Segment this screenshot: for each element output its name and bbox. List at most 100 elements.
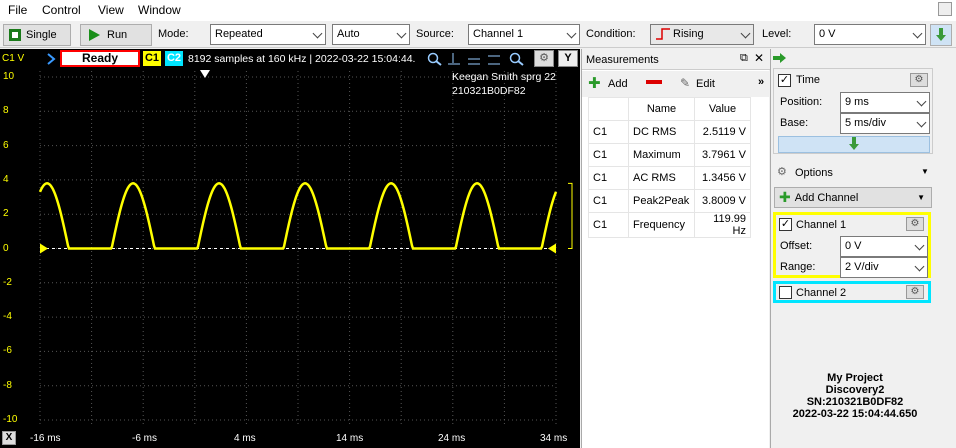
x-tick-label: 4 ms [234, 433, 256, 444]
range-label: Range: [780, 261, 816, 273]
run-label: Run [107, 29, 128, 41]
channel-1-group: ✓ Channel 1 ⚙ Offset: 0 V Range: 2 V/div [773, 212, 931, 278]
source-value: Channel 1 [473, 28, 524, 40]
level-value: 0 V [819, 28, 836, 40]
remove-icon[interactable] [646, 80, 662, 84]
options-gear-icon[interactable]: ⚙ [777, 165, 787, 178]
chevron-down-icon [312, 28, 323, 39]
time-checkbox[interactable]: ✓ [778, 74, 791, 87]
range-select[interactable]: 2 V/div [840, 257, 928, 278]
add-icon: ✚ [779, 189, 791, 205]
chevron-down-icon [916, 117, 927, 128]
gear-icon[interactable]: ⚙ [910, 73, 928, 87]
triangle-down-icon[interactable]: ▼ [921, 167, 929, 176]
mode-value: Repeated [215, 28, 263, 40]
close-icon[interactable]: ✕ [754, 51, 764, 65]
time-apply-button[interactable] [778, 136, 930, 153]
single-button[interactable]: Single [3, 24, 71, 46]
source-select[interactable]: Channel 1 [468, 24, 580, 45]
measurements-table: Name Value C1 DC RMS 2.5119 V C1 Maximum 3.79… [588, 97, 751, 238]
device-info: My Project Discovery2 SN:210321B0DF82 20… [777, 372, 933, 420]
scope-plot[interactable]: C1 V Ready C1 C2 8192 samples at 160 kHz… [0, 49, 580, 448]
y-tick-label: 8 [3, 105, 9, 117]
gear-icon[interactable]: ⚙ [906, 285, 924, 299]
measurements-header: Measurements ⧉ ✕ [582, 49, 770, 70]
note-line-2: 210321B0DF82 [452, 85, 526, 97]
channel-1-checkbox[interactable]: ✓ [779, 218, 792, 231]
condition-select[interactable]: Rising [650, 24, 754, 45]
measurement-value: 119.99 Hz [694, 212, 751, 238]
y-tick-label: -8 [3, 379, 12, 391]
device-serial: SN:210321B0DF82 [806, 396, 904, 408]
level-input[interactable]: 0 V [814, 24, 926, 45]
chevron-down-icon [914, 240, 925, 251]
edit-icon[interactable]: ✎ [680, 76, 690, 90]
menu-bar: File Control View Window [0, 0, 956, 21]
x-tick-label: 24 ms [438, 433, 466, 444]
level-label: Level: [762, 28, 792, 40]
position-value: 9 ms [845, 96, 869, 108]
edit-button[interactable]: Edit [696, 78, 715, 90]
menu-view[interactable]: View [98, 3, 124, 17]
menu-window[interactable]: Window [138, 3, 181, 17]
menu-control[interactable]: Control [42, 3, 81, 17]
arrow-down-icon [849, 137, 859, 150]
device-model: Discovery2 [825, 384, 885, 396]
table-header: Name Value [588, 97, 751, 121]
measurement-row[interactable]: C1 AC RMS 1.3456 V [588, 166, 751, 190]
y-tick-label: -6 [3, 345, 12, 357]
chevron-down-icon [914, 261, 925, 272]
gear-icon[interactable]: ⚙ [906, 217, 924, 231]
channel-2-checkbox[interactable] [779, 286, 792, 299]
base-label: Base: [780, 117, 809, 129]
trigger-mode-select[interactable]: Auto [332, 24, 410, 45]
measurement-ch: C1 [588, 143, 629, 167]
measurements-panel: Measurements ⧉ ✕ ✚ Add ✎ Edit » Name Val… [581, 49, 770, 448]
run-button[interactable]: Run [80, 24, 152, 46]
offset-marker-right [548, 243, 556, 254]
measurement-ch: C1 [588, 120, 629, 144]
window-restore-button[interactable] [938, 2, 952, 16]
y-tick-label: -10 [3, 414, 18, 425]
level-apply-button[interactable] [930, 24, 952, 46]
triangle-down-icon: ▼ [917, 193, 925, 202]
chevron-down-icon [396, 28, 407, 39]
mode-select[interactable]: Repeated [210, 24, 326, 45]
channel-1-label: Channel 1 [796, 219, 847, 231]
chevron-down-icon [566, 28, 577, 39]
arrow-right-icon[interactable] [773, 53, 787, 63]
x-axis-button[interactable]: X [2, 431, 16, 445]
measurement-row[interactable]: C1 Frequency 119.99 Hz [588, 212, 751, 238]
rising-edge-icon [656, 28, 670, 40]
measurement-row[interactable]: C1 DC RMS 2.5119 V [588, 120, 751, 144]
y-tick-label: 6 [3, 139, 9, 151]
more-icon[interactable]: » [758, 76, 764, 88]
waveform-canvas [38, 70, 573, 427]
measurement-row[interactable]: C1 Maximum 3.7961 V [588, 143, 751, 167]
x-tick-label: -6 ms [132, 433, 157, 444]
measurement-row[interactable]: C1 Peak2Peak 3.8009 V [588, 189, 751, 213]
add-channel-button[interactable]: ✚ Add Channel ▼ [774, 187, 932, 208]
measurement-value: 3.8009 V [694, 189, 751, 213]
position-label: Position: [780, 96, 823, 108]
condition-label: Condition: [586, 28, 636, 40]
x-tick-label: -16 ms [30, 433, 61, 444]
source-label: Source: [416, 28, 454, 40]
channel-2-label: Channel 2 [796, 287, 847, 299]
y-tick-label: 2 [3, 208, 9, 220]
y-tick-label: 0 [3, 242, 9, 254]
menu-file[interactable]: File [8, 3, 27, 17]
peak-bracket [568, 182, 573, 249]
y-tick-label: 10 [3, 71, 15, 82]
options-button[interactable]: Options [795, 167, 833, 179]
base-select[interactable]: 5 ms/div [840, 113, 930, 134]
single-label: Single [26, 29, 57, 41]
offset-input[interactable]: 0 V [840, 236, 928, 257]
add-measurement-button[interactable]: Add [608, 78, 628, 90]
add-icon[interactable]: ✚ [588, 74, 601, 92]
measurement-value: 1.3456 V [694, 166, 751, 190]
trigger-mode-value: Auto [337, 28, 360, 40]
measurement-name: DC RMS [628, 120, 695, 144]
position-input[interactable]: 9 ms [840, 92, 930, 113]
float-icon[interactable]: ⧉ [740, 52, 748, 65]
